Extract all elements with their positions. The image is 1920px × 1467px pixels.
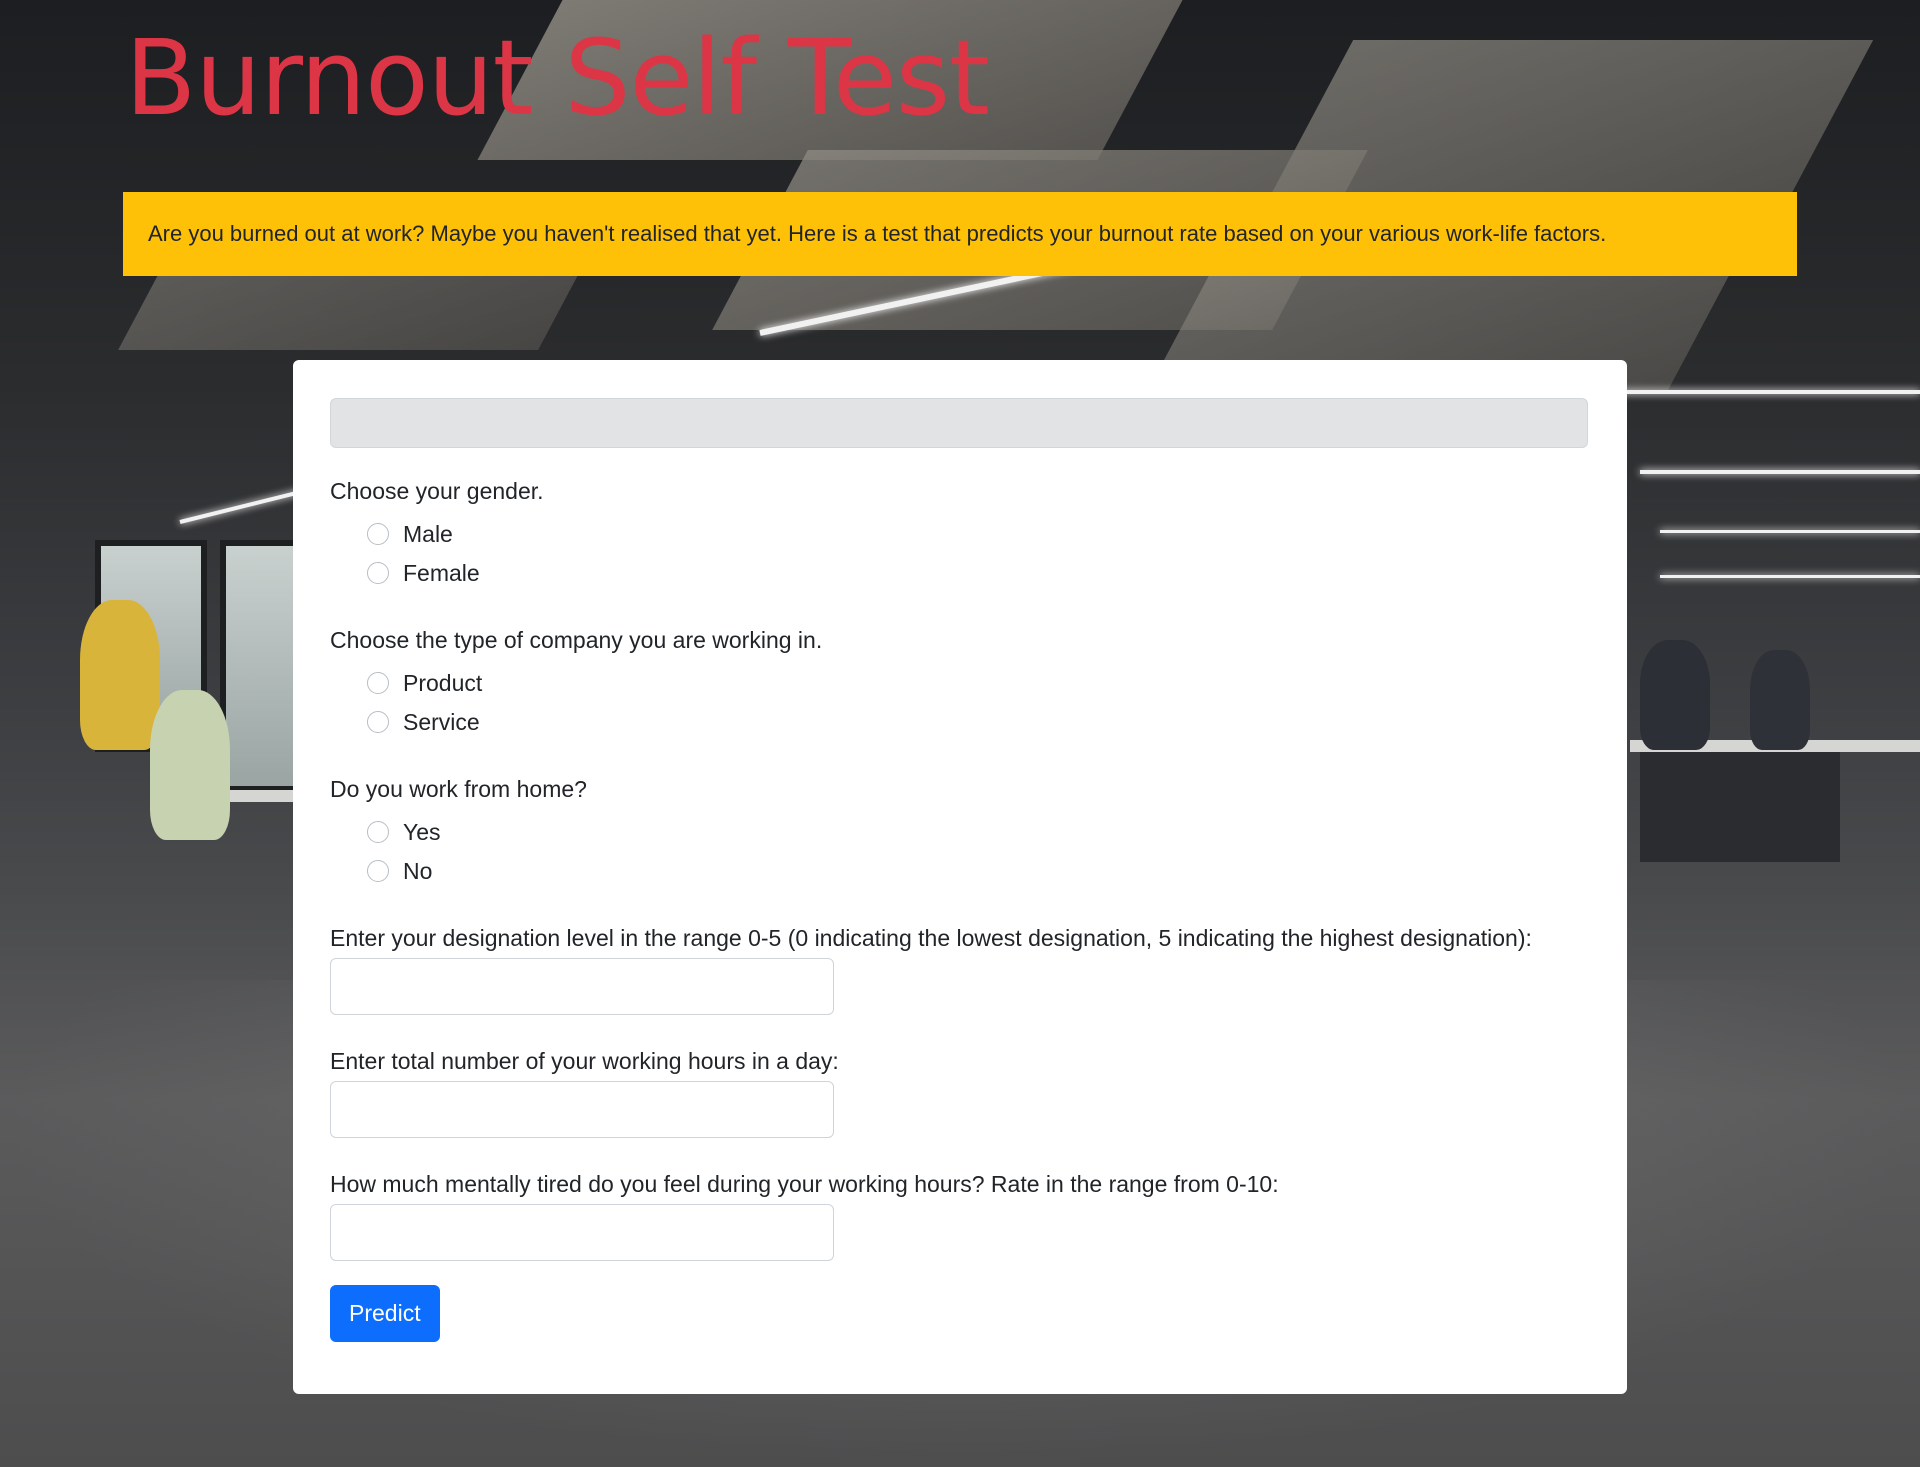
- company-option-service[interactable]: Service: [367, 702, 1590, 741]
- wfh-yes-radio[interactable]: [367, 820, 389, 843]
- page-title: Burnout Self Test: [125, 17, 990, 139]
- burnout-form: Choose your gender. Male Female Choose t…: [293, 360, 1627, 1394]
- designation-input[interactable]: [330, 958, 834, 1015]
- predict-button[interactable]: Predict: [330, 1285, 440, 1342]
- company-type-question: Choose the type of company you are worki…: [330, 627, 823, 653]
- prediction-result-bar: [330, 398, 1588, 448]
- designation-question: Enter your designation level in the rang…: [330, 925, 1532, 951]
- company-service-radio[interactable]: [367, 710, 389, 733]
- gender-male-radio[interactable]: [367, 522, 389, 545]
- wfh-option-no[interactable]: No: [367, 851, 1590, 890]
- mental-fatigue-input[interactable]: [330, 1204, 834, 1261]
- working-hours-question: Enter total number of your working hours…: [330, 1048, 839, 1074]
- gender-female-radio[interactable]: [367, 561, 389, 584]
- wfh-no-radio[interactable]: [367, 859, 389, 882]
- company-option-product[interactable]: Product: [367, 663, 1590, 702]
- company-product-radio[interactable]: [367, 671, 389, 694]
- wfh-no-label[interactable]: No: [403, 855, 432, 887]
- company-type-radio-group: Product Service: [330, 663, 1590, 741]
- gender-female-label[interactable]: Female: [403, 557, 480, 589]
- intro-banner: Are you burned out at work? Maybe you ha…: [123, 192, 1797, 276]
- mental-fatigue-question: How much mentally tired do you feel duri…: [330, 1171, 1279, 1197]
- gender-question: Choose your gender.: [330, 478, 544, 504]
- gender-radio-group: Male Female: [330, 514, 1590, 592]
- gender-option-male[interactable]: Male: [367, 514, 1590, 553]
- gender-male-label[interactable]: Male: [403, 518, 453, 550]
- gender-option-female[interactable]: Female: [367, 553, 1590, 592]
- working-hours-input[interactable]: [330, 1081, 834, 1138]
- work-from-home-radio-group: Yes No: [330, 812, 1590, 890]
- wfh-yes-label[interactable]: Yes: [403, 816, 441, 848]
- wfh-option-yes[interactable]: Yes: [367, 812, 1590, 851]
- company-product-label[interactable]: Product: [403, 667, 482, 699]
- work-from-home-question: Do you work from home?: [330, 776, 587, 802]
- company-service-label[interactable]: Service: [403, 706, 480, 738]
